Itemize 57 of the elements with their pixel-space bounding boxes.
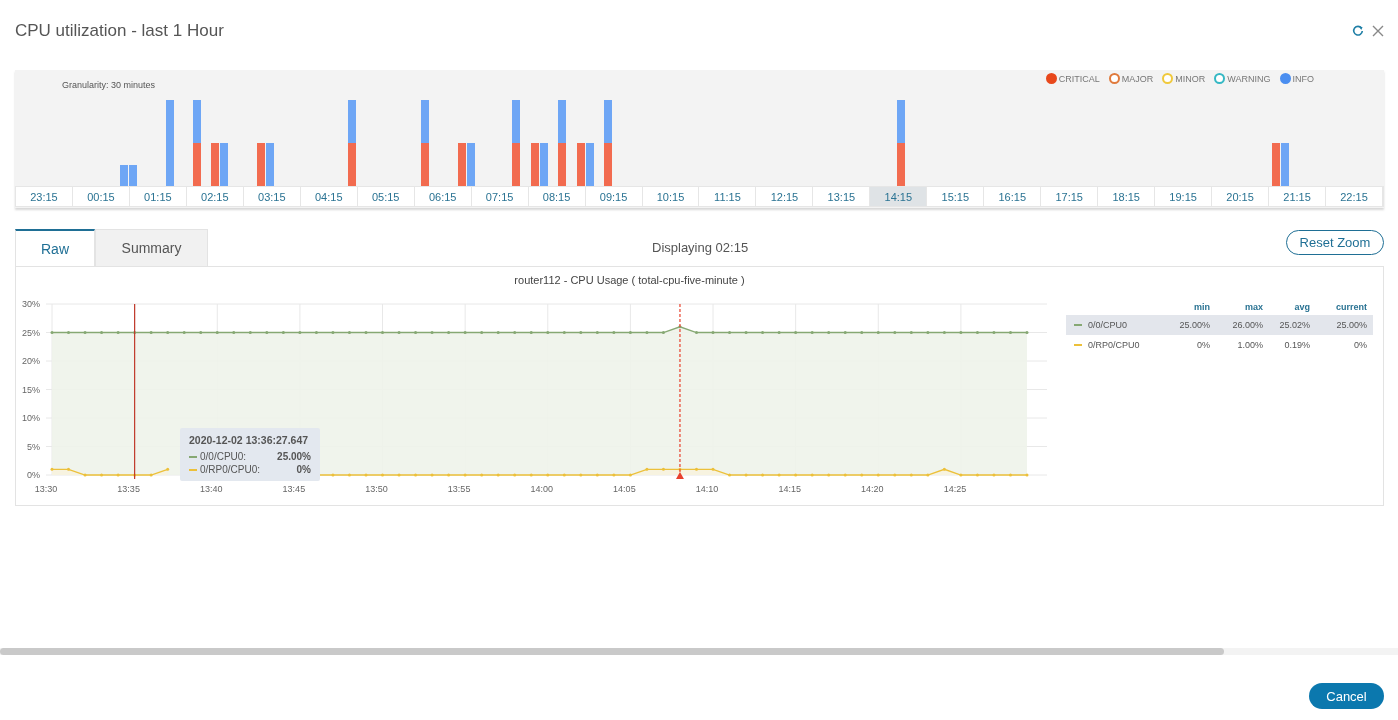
- tooltip-series-name: 0/RP0/CPU0:: [200, 464, 261, 475]
- chart-title: router112 - CPU Usage ( total-cpu-five-minute ): [513, 273, 746, 288]
- x-tick-label: 13:50: [365, 484, 388, 494]
- cancel-button[interactable]: Cancel: [1309, 683, 1384, 709]
- tooltip-value: 0%: [296, 464, 311, 475]
- table-cell-text: 0%: [1196, 340, 1210, 350]
- series-name: 0/0/CPU0: [1088, 320, 1128, 330]
- column-header: min: [1193, 302, 1210, 312]
- tooltip-series-name: 0/0/CPU0:: [200, 451, 247, 462]
- tooltip-value: 25.00%: [277, 451, 311, 462]
- table-cell-text: 25.00%: [1335, 320, 1367, 330]
- severity-label: MAJOR: [1121, 73, 1154, 84]
- y-tick-label: 30%: [22, 299, 40, 309]
- column-header: current: [1335, 302, 1367, 312]
- legend-row[interactable]: 0/RP0/CPU0 0% 1.00% 0.19% 0%: [1066, 335, 1373, 355]
- marker-triangle-icon: [675, 472, 684, 479]
- tooltip-time: 2020-12-02 13:36:27.647: [189, 434, 310, 446]
- table-cell-text: 25.00%: [1178, 320, 1210, 330]
- severity-label: INFO: [1292, 73, 1314, 84]
- close-icon[interactable]: [1372, 25, 1384, 37]
- x-tick-label: 13:45: [282, 484, 306, 494]
- x-tick-label: 13:40: [200, 484, 223, 494]
- displaying-label: Displaying 02:15: [652, 240, 749, 255]
- column-header: max: [1244, 302, 1263, 312]
- x-tick-label: 13:35: [117, 484, 140, 494]
- severity-label: CRITICAL: [1058, 73, 1100, 84]
- tab[interactable]: Summary: [95, 229, 208, 266]
- column-header: avg: [1293, 302, 1310, 312]
- x-tick-label: 14:25: [943, 484, 967, 494]
- table-cell-text: 0%: [1353, 340, 1367, 350]
- legend-row[interactable]: 0/0/CPU0 25.00% 26.00% 25.02% 25.00%: [1066, 315, 1373, 335]
- x-tick-label: 13:30: [34, 484, 58, 494]
- severity-label: MINOR: [1175, 73, 1206, 84]
- y-tick-label: 20%: [22, 356, 40, 366]
- y-tick-label: 0%: [27, 470, 40, 480]
- table-cell-text: 25.02%: [1278, 320, 1310, 330]
- time-slot[interactable]: 14:15: [870, 187, 928, 206]
- y-tick-label: 10%: [22, 413, 40, 423]
- x-tick-label: 14:20: [861, 484, 884, 494]
- x-tick-label: 14:00: [530, 484, 554, 494]
- series-name: 0/RP0/CPU0: [1088, 340, 1140, 350]
- y-tick-label: 25%: [22, 327, 40, 338]
- x-tick-label: 13:55: [447, 484, 471, 494]
- dialog-title: CPU utilization - last 1 Hour: [15, 21, 225, 41]
- severity-label: WARNING: [1227, 73, 1271, 84]
- table-cell-text: 0.19%: [1283, 340, 1310, 350]
- reset-zoom-button[interactable]: Reset Zoom: [1286, 230, 1384, 255]
- x-tick-label: 14:10: [695, 484, 719, 494]
- y-tick-label: 15%: [22, 384, 40, 395]
- table-cell-text: 26.00%: [1231, 320, 1263, 330]
- table-cell-text: 1.00%: [1236, 340, 1263, 350]
- tab[interactable]: Raw: [15, 229, 95, 266]
- y-tick-label: 5%: [27, 441, 40, 452]
- x-tick-label: 14:15: [778, 484, 801, 494]
- refresh-icon[interactable]: [1352, 25, 1364, 37]
- x-tick-label: 14:05: [613, 484, 636, 494]
- granularity-label: Granularity: 30 minutes: [62, 80, 156, 90]
